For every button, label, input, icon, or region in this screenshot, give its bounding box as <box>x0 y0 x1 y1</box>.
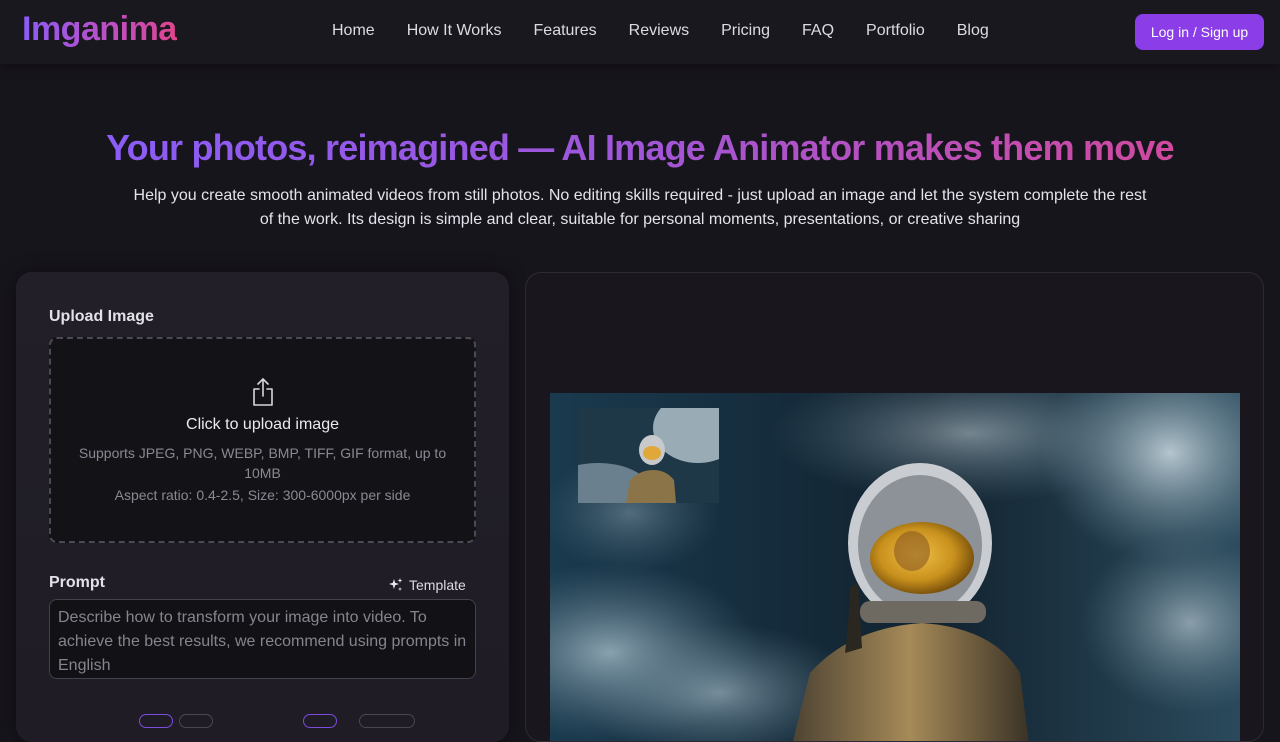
upload-format-hint: Supports JPEG, PNG, WEBP, BMP, TIFF, GIF… <box>78 445 447 481</box>
upload-title: Click to upload image <box>186 416 339 433</box>
preview-panel <box>525 272 1264 742</box>
nav-blog[interactable]: Blog <box>957 22 989 40</box>
brand-logo[interactable]: Imganima <box>22 10 177 49</box>
nav-how-it-works[interactable]: How It Works <box>407 22 502 40</box>
hero-title-text: Your photos, reimagined — AI Image Anima… <box>106 127 1175 168</box>
sparkle-icon <box>389 578 403 591</box>
preview-thumbnail[interactable] <box>578 408 719 503</box>
generator-panel: Upload Image Click to upload image Suppo… <box>16 272 509 742</box>
upload-dropzone[interactable]: Click to upload image Supports JPEG, PNG… <box>49 337 476 543</box>
template-button[interactable]: Template <box>389 577 466 593</box>
option-chip[interactable] <box>303 714 337 728</box>
nav-reviews[interactable]: Reviews <box>629 22 689 40</box>
option-chip[interactable] <box>359 714 415 728</box>
upload-icon <box>251 377 275 412</box>
upload-size-hint: Aspect ratio: 0.4-2.5, Size: 300-6000px … <box>114 487 411 503</box>
nav-pricing[interactable]: Pricing <box>721 22 770 40</box>
hero-title: Your photos, reimagined — AI Image Anima… <box>0 127 1280 169</box>
prompt-input[interactable] <box>49 599 476 679</box>
main-nav: Home How It Works Features Reviews Prici… <box>332 22 1021 40</box>
hero-subtitle: Help you create smooth animated videos f… <box>133 187 1147 228</box>
option-chip[interactable] <box>139 714 173 728</box>
login-signup-button[interactable]: Log in / Sign up <box>1135 14 1264 50</box>
upload-image-label: Upload Image <box>49 308 154 325</box>
prompt-label: Prompt <box>49 574 105 591</box>
nav-faq[interactable]: FAQ <box>802 22 834 40</box>
nav-features[interactable]: Features <box>534 22 597 40</box>
nav-portfolio[interactable]: Portfolio <box>866 22 925 40</box>
preview-image <box>550 393 1240 741</box>
nav-home[interactable]: Home <box>332 22 375 40</box>
template-label: Template <box>409 577 466 593</box>
top-header: Imganima Home How It Works Features Revi… <box>0 0 1280 64</box>
option-chip[interactable] <box>179 714 213 728</box>
